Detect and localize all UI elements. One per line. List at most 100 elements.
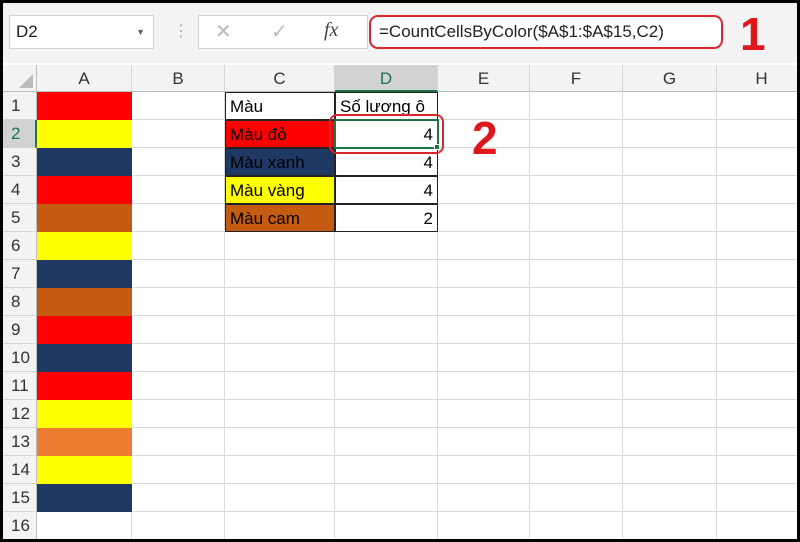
- cell-B7[interactable]: [132, 260, 225, 288]
- column-header-A[interactable]: A: [37, 65, 132, 92]
- cell-A11[interactable]: [37, 372, 132, 400]
- cell-H5[interactable]: [717, 204, 797, 232]
- cell-F4[interactable]: [530, 176, 623, 204]
- cell-A3[interactable]: [37, 148, 132, 176]
- cell-C4[interactable]: Màu vàng: [225, 176, 335, 204]
- cell-B3[interactable]: [132, 148, 225, 176]
- cell-G16[interactable]: [623, 512, 717, 539]
- cell-B6[interactable]: [132, 232, 225, 260]
- cell-F12[interactable]: [530, 400, 623, 428]
- row-header-11[interactable]: 11: [3, 372, 37, 400]
- cell-E6[interactable]: [438, 232, 530, 260]
- cell-B15[interactable]: [132, 484, 225, 512]
- cell-H9[interactable]: [717, 316, 797, 344]
- row-header-7[interactable]: 7: [3, 260, 37, 288]
- cell-H12[interactable]: [717, 400, 797, 428]
- cell-F16[interactable]: [530, 512, 623, 539]
- cell-H7[interactable]: [717, 260, 797, 288]
- cell-H8[interactable]: [717, 288, 797, 316]
- cell-E10[interactable]: [438, 344, 530, 372]
- cell-D7[interactable]: [335, 260, 438, 288]
- cell-F9[interactable]: [530, 316, 623, 344]
- cell-A14[interactable]: [37, 456, 132, 484]
- cell-A2[interactable]: [37, 120, 132, 148]
- cell-G15[interactable]: [623, 484, 717, 512]
- cell-D16[interactable]: [335, 512, 438, 539]
- cell-B11[interactable]: [132, 372, 225, 400]
- cell-E14[interactable]: [438, 456, 530, 484]
- name-box[interactable]: D2 ▼: [9, 15, 154, 49]
- cell-F6[interactable]: [530, 232, 623, 260]
- cell-F11[interactable]: [530, 372, 623, 400]
- row-header-12[interactable]: 12: [3, 400, 37, 428]
- cell-D15[interactable]: [335, 484, 438, 512]
- cell-C10[interactable]: [225, 344, 335, 372]
- cell-H2[interactable]: [717, 120, 797, 148]
- cell-G4[interactable]: [623, 176, 717, 204]
- cell-G13[interactable]: [623, 428, 717, 456]
- cell-B12[interactable]: [132, 400, 225, 428]
- column-header-G[interactable]: G: [623, 65, 717, 92]
- row-header-6[interactable]: 6: [3, 232, 37, 260]
- cell-A13[interactable]: [37, 428, 132, 456]
- cell-D5[interactable]: 2: [335, 204, 438, 232]
- cell-H1[interactable]: [717, 92, 797, 120]
- cell-G3[interactable]: [623, 148, 717, 176]
- cell-A15[interactable]: [37, 484, 132, 512]
- cell-G5[interactable]: [623, 204, 717, 232]
- cell-C6[interactable]: [225, 232, 335, 260]
- cell-D13[interactable]: [335, 428, 438, 456]
- select-all-button[interactable]: [3, 65, 37, 92]
- cell-B13[interactable]: [132, 428, 225, 456]
- cell-B9[interactable]: [132, 316, 225, 344]
- cell-C11[interactable]: [225, 372, 335, 400]
- cell-D8[interactable]: [335, 288, 438, 316]
- cell-G2[interactable]: [623, 120, 717, 148]
- cell-A6[interactable]: [37, 232, 132, 260]
- cell-E13[interactable]: [438, 428, 530, 456]
- cell-C12[interactable]: [225, 400, 335, 428]
- row-header-10[interactable]: 10: [3, 344, 37, 372]
- chevron-down-icon[interactable]: ▼: [136, 16, 145, 48]
- formula-input[interactable]: =CountCellsByColor($A$1:$A$15,C2): [369, 15, 723, 49]
- cell-C15[interactable]: [225, 484, 335, 512]
- cell-B16[interactable]: [132, 512, 225, 539]
- cell-B8[interactable]: [132, 288, 225, 316]
- cell-A1[interactable]: [37, 92, 132, 120]
- cell-E5[interactable]: [438, 204, 530, 232]
- cell-B14[interactable]: [132, 456, 225, 484]
- cell-B2[interactable]: [132, 120, 225, 148]
- drag-handle-icon[interactable]: ⋮: [173, 21, 189, 41]
- cell-D12[interactable]: [335, 400, 438, 428]
- column-header-E[interactable]: E: [438, 65, 530, 92]
- row-header-9[interactable]: 9: [3, 316, 37, 344]
- row-header-5[interactable]: 5: [3, 204, 37, 232]
- cell-G14[interactable]: [623, 456, 717, 484]
- cell-D9[interactable]: [335, 316, 438, 344]
- cell-A12[interactable]: [37, 400, 132, 428]
- cell-G11[interactable]: [623, 372, 717, 400]
- cell-F1[interactable]: [530, 92, 623, 120]
- cell-C13[interactable]: [225, 428, 335, 456]
- cell-C3[interactable]: Màu xanh: [225, 148, 335, 176]
- cell-H3[interactable]: [717, 148, 797, 176]
- cell-F10[interactable]: [530, 344, 623, 372]
- cell-A9[interactable]: [37, 316, 132, 344]
- column-header-B[interactable]: B: [132, 65, 225, 92]
- cell-G12[interactable]: [623, 400, 717, 428]
- cell-E9[interactable]: [438, 316, 530, 344]
- cell-E11[interactable]: [438, 372, 530, 400]
- row-header-4[interactable]: 4: [3, 176, 37, 204]
- cell-H11[interactable]: [717, 372, 797, 400]
- cell-C7[interactable]: [225, 260, 335, 288]
- row-header-14[interactable]: 14: [3, 456, 37, 484]
- cell-E15[interactable]: [438, 484, 530, 512]
- column-header-H[interactable]: H: [717, 65, 797, 92]
- cell-F14[interactable]: [530, 456, 623, 484]
- cell-D10[interactable]: [335, 344, 438, 372]
- cell-E12[interactable]: [438, 400, 530, 428]
- cell-G1[interactable]: [623, 92, 717, 120]
- cell-A5[interactable]: [37, 204, 132, 232]
- cell-B1[interactable]: [132, 92, 225, 120]
- cell-G8[interactable]: [623, 288, 717, 316]
